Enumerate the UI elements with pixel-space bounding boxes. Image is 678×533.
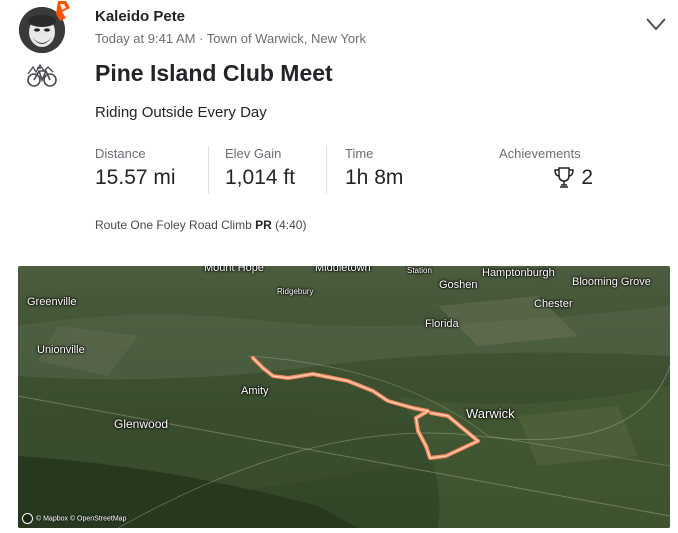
stat-value: 1,014 ft [225, 166, 296, 189]
stat-label: Distance [95, 146, 146, 161]
stat-label: Achievements [499, 146, 581, 161]
segment-time: (4:40) [275, 218, 307, 232]
map-label-unionville: Unionville [37, 344, 85, 356]
map-label-florida: Florida [425, 318, 459, 330]
map-label-middletown: Middletown [315, 266, 371, 274]
activity-meta: Today at 9:41 AM · Town of Warwick, New … [95, 31, 366, 46]
trophy-icon [553, 166, 575, 190]
map-label-ridgebury: Ridgebury [277, 287, 314, 296]
map-label-chester: Chester [534, 298, 573, 310]
stat-value: 15.57 mi [95, 166, 176, 189]
map-label-greenville: Greenville [27, 296, 77, 308]
map-label-amity: Amity [241, 385, 269, 397]
map-label-warwick: Warwick [466, 406, 515, 421]
attribution-text: © Mapbox © OpenStreetMap [36, 515, 127, 523]
mapbox-logo-icon [22, 513, 33, 524]
achievements-count: 2 [581, 166, 593, 189]
achievements-value: 2 [499, 166, 593, 190]
pr-badge: PR [255, 218, 272, 232]
map-label-goshen: Goshen [439, 279, 478, 291]
activity-description: Riding Outside Every Day [95, 104, 267, 121]
stat-elev-gain: Elev Gain 1,014 ft [225, 146, 295, 190]
stat-label: Elev Gain [225, 146, 282, 161]
chevron-down-icon[interactable] [644, 14, 668, 34]
stat-distance: Distance 15.57 mi [95, 146, 176, 190]
map-label-blooming-grove: Blooming Grove [572, 276, 651, 288]
stat-label: Time [345, 146, 374, 161]
map-label-station: Station [407, 266, 432, 275]
stat-achievements[interactable]: Achievements 2 [499, 146, 593, 190]
stat-time: Time 1h 8m [345, 146, 403, 190]
bike-icon [26, 63, 58, 88]
stat-divider [326, 146, 327, 194]
map-label-glenwood: Glenwood [114, 417, 169, 431]
strava-logo-icon [52, 0, 72, 22]
stat-divider [208, 146, 209, 194]
segment-name: Route One Foley Road Climb [95, 218, 252, 232]
map-label-mount-hope: Mount Hope [204, 266, 264, 274]
route-map[interactable]: Mount Hope Middletown Station Hamptonbur… [18, 266, 670, 528]
athlete-name[interactable]: Kaleido Pete [95, 8, 185, 25]
segment-highlight[interactable]: Route One Foley Road Climb PR (4:40) [95, 218, 306, 232]
map-label-hamptonburgh: Hamptonburgh [482, 267, 555, 279]
activity-title[interactable]: Pine Island Club Meet [95, 60, 333, 87]
map-attribution[interactable]: © Mapbox © OpenStreetMap [22, 513, 126, 524]
stat-value: 1h 8m [345, 166, 404, 189]
